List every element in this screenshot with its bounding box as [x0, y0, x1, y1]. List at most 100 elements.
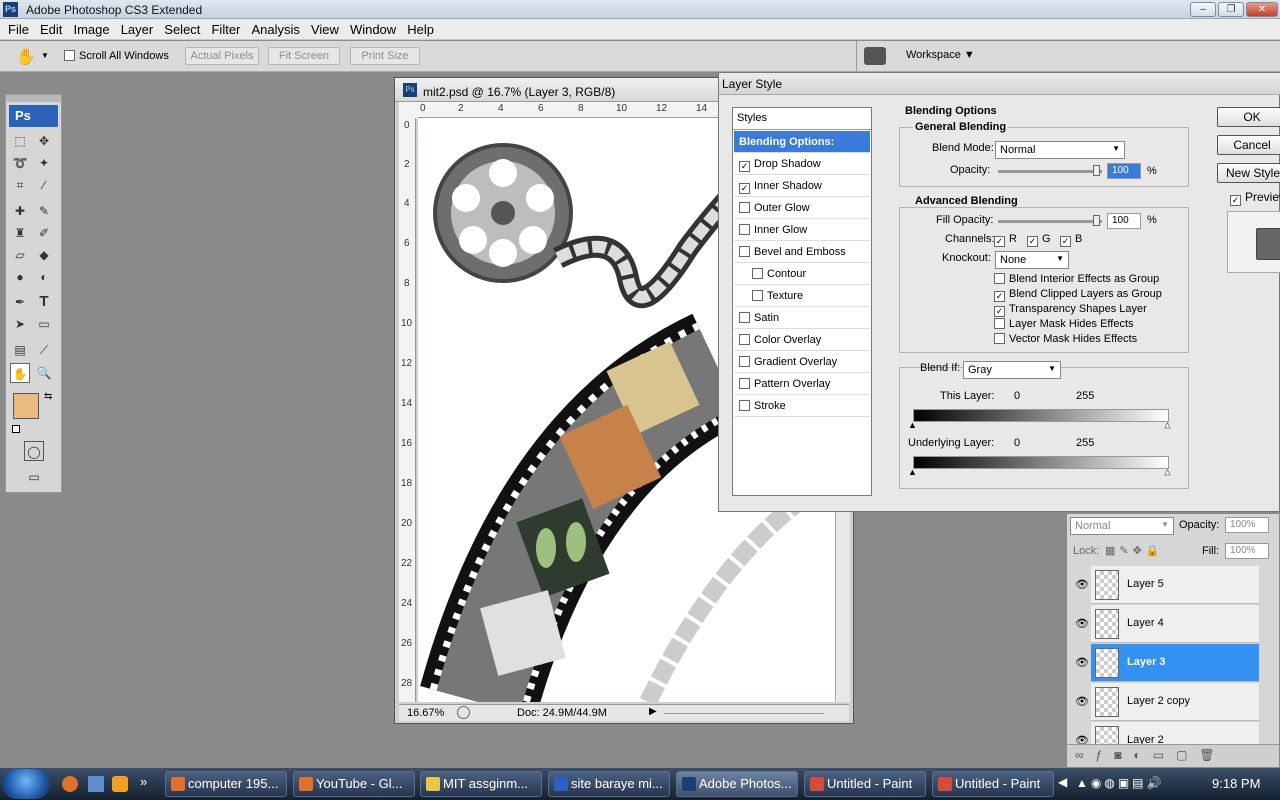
menu-analysis[interactable]: Analysis — [243, 19, 299, 40]
style-item-stroke[interactable]: Stroke — [734, 395, 870, 417]
lock-icons[interactable]: ▦✎✥🔒 — [1105, 544, 1164, 557]
start-button[interactable] — [2, 769, 50, 799]
style-item-bevel-and-emboss[interactable]: Bevel and Emboss — [734, 241, 870, 263]
styles-header[interactable]: Styles — [733, 108, 871, 130]
style-checkbox[interactable] — [739, 224, 750, 235]
lasso-tool-icon[interactable]: ➰ — [10, 153, 30, 173]
blend-mode-select[interactable]: Normal — [995, 141, 1125, 159]
style-item-texture[interactable]: Texture — [734, 285, 870, 307]
menu-edit[interactable]: Edit — [32, 19, 62, 40]
checkbox[interactable] — [994, 273, 1005, 284]
history-brush-tool-icon[interactable]: ✐ — [34, 223, 54, 243]
layer-visibility-eye-icon[interactable]: 👁 — [1075, 695, 1089, 708]
channel-r-checkbox[interactable]: ✓ R — [994, 233, 1017, 247]
status-menu-arrow-icon[interactable]: ▶ — [649, 706, 657, 717]
taskbar-item[interactable]: site baraye mi... — [548, 771, 670, 797]
zoom-level[interactable]: 16.67% — [407, 707, 444, 719]
style-checkbox[interactable] — [752, 290, 763, 301]
style-item-pattern-overlay[interactable]: Pattern Overlay — [734, 373, 870, 395]
fill-opacity-input[interactable]: 100 — [1107, 213, 1141, 229]
quicklaunch-more-icon[interactable]: » — [140, 774, 147, 789]
this-layer-white-slider[interactable]: ▲ — [1163, 420, 1172, 431]
style-checkbox[interactable] — [739, 400, 750, 411]
advanced-option-checkbox[interactable]: ✓ Blend Clipped Layers as Group — [994, 288, 1162, 302]
layer-visibility-eye-icon[interactable]: 👁 — [1075, 656, 1089, 669]
style-item-contour[interactable]: Contour — [734, 263, 870, 285]
path-selection-tool-icon[interactable]: ➤ — [10, 314, 30, 334]
checkbox[interactable]: ✓ — [994, 306, 1005, 317]
cancel-button[interactable]: Cancel — [1217, 135, 1280, 155]
status-info-icon[interactable] — [457, 706, 470, 719]
layer-row[interactable]: Layer 4 — [1091, 605, 1259, 643]
style-item-gradient-overlay[interactable]: Gradient Overlay — [734, 351, 870, 373]
opacity-slider[interactable] — [998, 170, 1102, 173]
advanced-option-checkbox[interactable]: Blend Interior Effects as Group — [994, 273, 1159, 285]
style-item-blending-options-default[interactable]: Blending Options: Default — [734, 131, 870, 170]
pen-tool-icon[interactable]: ✒ — [10, 292, 30, 312]
this-layer-black-slider[interactable]: ▲ — [908, 420, 917, 430]
clock[interactable]: 9:18 PM — [1212, 776, 1260, 791]
brush-tool-icon[interactable]: ✎ — [34, 201, 54, 221]
style-checkbox[interactable] — [739, 378, 750, 389]
print-size-button[interactable]: Print Size — [350, 47, 420, 65]
taskbar-item[interactable]: Untitled - Paint — [804, 771, 926, 797]
menu-window[interactable]: Window — [342, 19, 396, 40]
style-item-inner-glow[interactable]: Inner Glow — [734, 219, 870, 241]
style-item-inner-shadow[interactable]: ✓ Inner Shadow — [734, 175, 870, 197]
swap-colors-icon[interactable]: ⇆ — [44, 391, 52, 402]
toolbox-header[interactable] — [6, 95, 61, 102]
actual-pixels-button[interactable]: Actual Pixels — [185, 47, 259, 65]
menu-help[interactable]: Help — [399, 19, 434, 40]
bridge-icon[interactable] — [864, 47, 886, 65]
menu-filter[interactable]: Filter — [203, 19, 240, 40]
hand-tool-selected-icon[interactable]: ✋ — [10, 363, 30, 383]
blend-if-select[interactable]: Gray — [963, 361, 1061, 379]
blur-tool-icon[interactable]: ● — [10, 267, 30, 287]
clone-stamp-tool-icon[interactable]: ♜ — [10, 223, 30, 243]
scroll-all-windows-checkbox[interactable]: Scroll All Windows — [64, 50, 169, 62]
workspace-menu[interactable]: Workspace ▼ — [906, 49, 975, 61]
layer-blend-mode-select[interactable]: Normal — [1070, 517, 1174, 535]
tool-preset-dropdown-icon[interactable]: ▼ — [41, 51, 49, 60]
foreground-color-swatch[interactable] — [13, 393, 39, 419]
default-colors-icon[interactable] — [12, 425, 20, 433]
underlying-white-slider[interactable]: ▲ — [1163, 467, 1172, 478]
media-player-icon[interactable] — [112, 776, 128, 792]
advanced-option-checkbox[interactable]: Vector Mask Hides Effects — [994, 333, 1137, 345]
style-item-outer-glow[interactable]: Outer Glow — [734, 197, 870, 219]
checkbox[interactable] — [994, 318, 1005, 329]
preview-checkbox[interactable]: ✓Preview — [1230, 190, 1280, 206]
style-item-satin[interactable]: Satin — [734, 307, 870, 329]
minimize-button[interactable]: – — [1190, 2, 1216, 17]
style-checkbox[interactable]: ✓ — [739, 161, 750, 172]
type-tool-icon[interactable]: T — [34, 292, 54, 312]
slice-tool-icon[interactable]: ∕ — [34, 175, 54, 195]
dialog-title-bar[interactable]: Layer Style — [719, 73, 1280, 95]
ok-button[interactable]: OK — [1217, 107, 1280, 127]
style-checkbox[interactable] — [739, 312, 750, 323]
taskbar-item[interactable]: Adobe Photos... — [676, 771, 798, 797]
magic-wand-tool-icon[interactable]: ✦ — [34, 153, 54, 173]
close-button[interactable]: ✕ — [1246, 2, 1278, 17]
style-checkbox[interactable] — [739, 334, 750, 345]
layer-panel-footer-icons[interactable]: ∞ƒ◙◐▭▢🗑 — [1067, 744, 1279, 767]
taskbar-item[interactable]: MIT assginm... — [420, 771, 542, 797]
marquee-tool-icon[interactable]: ⬚ — [10, 131, 30, 151]
menu-image[interactable]: Image — [65, 19, 109, 40]
restore-button[interactable]: ❐ — [1218, 2, 1244, 17]
layer-row[interactable]: Layer 3 — [1091, 644, 1259, 682]
menu-layer[interactable]: Layer — [113, 19, 154, 40]
taskbar-item[interactable]: computer 195... — [165, 771, 287, 797]
layer-row[interactable]: Layer 5 — [1091, 566, 1259, 604]
advanced-option-checkbox[interactable]: ✓ Transparency Shapes Layer — [994, 303, 1147, 317]
layer-visibility-eye-icon[interactable]: 👁 — [1075, 578, 1089, 591]
hand-tool-icon[interactable]: ✋ — [16, 47, 36, 67]
opacity-input[interactable]: 100 — [1107, 163, 1141, 179]
system-tray-icons[interactable]: ▲◉◍▣▤🔊 — [1076, 776, 1176, 792]
new-style-button[interactable]: New Style... — [1217, 163, 1280, 183]
advanced-option-checkbox[interactable]: Layer Mask Hides Effects — [994, 318, 1134, 330]
knockout-select[interactable]: None — [995, 251, 1069, 269]
notes-tool-icon[interactable]: ▤ — [10, 340, 30, 360]
paint-bucket-tool-icon[interactable]: ◆ — [34, 245, 54, 265]
opacity-slider-thumb[interactable] — [1093, 165, 1100, 176]
